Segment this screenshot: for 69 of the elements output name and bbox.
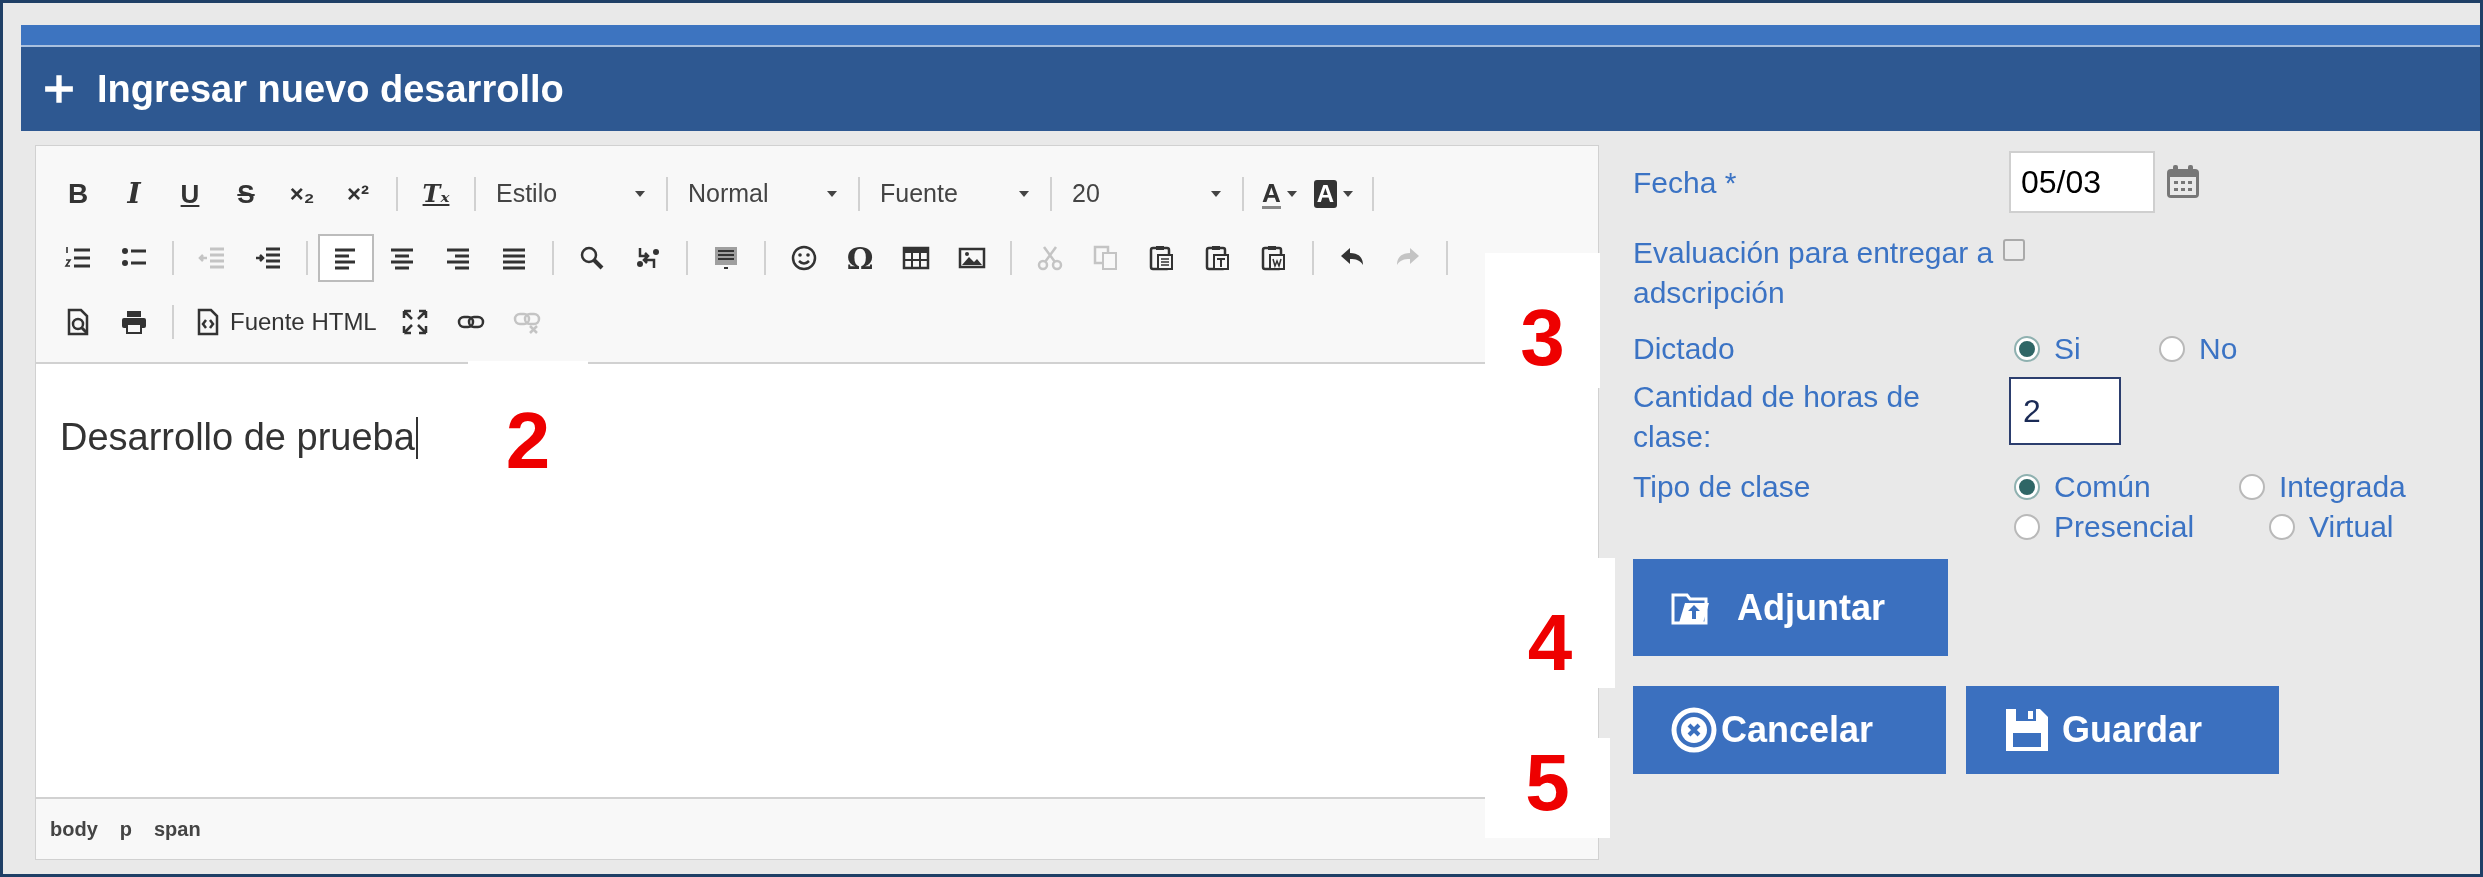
caret-icon (1210, 190, 1222, 198)
radio-label: Presencial (2054, 509, 2195, 545)
align-left-button[interactable] (318, 234, 374, 282)
annotation-number: 3 (1520, 298, 1565, 378)
cancel-button[interactable]: Cancelar (1633, 686, 1946, 774)
subscript-button[interactable]: ×₂ (274, 170, 330, 218)
bold-button[interactable]: B (50, 170, 106, 218)
maximize-icon (400, 308, 429, 336)
text-cursor (415, 416, 418, 459)
text-color-button[interactable]: A (1254, 172, 1306, 216)
attach-button[interactable]: Adjuntar (1633, 559, 1948, 656)
strikethrough-button[interactable]: S (218, 170, 274, 218)
save-button[interactable]: Guardar (1966, 686, 2279, 774)
annotation-number: 5 (1525, 743, 1570, 823)
radio-button[interactable] (2239, 474, 2265, 500)
radio-button[interactable] (2014, 336, 2040, 362)
element-path-link[interactable]: p (119, 814, 132, 844)
caret-icon (634, 190, 646, 198)
cancel-circle-icon (1671, 707, 1717, 753)
search-icon (578, 244, 606, 272)
format-dropdown[interactable]: 20 (1062, 172, 1232, 216)
paste-icon (1148, 244, 1176, 272)
annotation-number: 4 (1527, 603, 1573, 683)
source-button[interactable]: Fuente HTML (184, 298, 387, 346)
template-icon (712, 244, 740, 272)
caret-icon (1018, 190, 1030, 198)
format-dropdown[interactable]: Estilo (486, 172, 656, 216)
copy-icon (1092, 244, 1120, 272)
hours-field[interactable]: 2 (2009, 377, 2121, 445)
radio-label: Común (2054, 469, 2151, 505)
radio-label: Virtual (2309, 509, 2394, 545)
field-label: Tipo de clase (1633, 470, 1811, 503)
scissors-icon (1036, 244, 1064, 272)
printer-icon (120, 308, 148, 336)
element-path-link[interactable]: span (154, 814, 201, 844)
paste-text-icon (1204, 244, 1232, 272)
annotation-number: 2 (505, 401, 551, 481)
date-field[interactable]: 05/03 (2009, 151, 2155, 213)
caret-icon (1285, 190, 1298, 198)
field-label: Dictado (1633, 332, 1735, 365)
radio-label: No (2199, 331, 2238, 367)
caret-icon (1342, 190, 1355, 198)
element-path-link[interactable]: body (50, 814, 98, 844)
background-color-button[interactable]: A (1305, 172, 1363, 216)
field-label: Evaluación para entregar a adscripción (1633, 235, 1995, 311)
radio-button[interactable] (2159, 336, 2185, 362)
remove-format-button[interactable]: Tₓ (408, 170, 464, 218)
field-label: Fecha * (1633, 166, 1737, 199)
field-label: Cantidad de horas de clase: (1633, 379, 1921, 455)
calendar-icon[interactable] (2165, 164, 2201, 200)
radio-label: Integrada (2279, 469, 2406, 505)
editor-text[interactable]: Desarrollo de prueba (60, 409, 415, 466)
checkbox[interactable] (2003, 239, 2025, 261)
format-dropdown[interactable]: Fuente (870, 172, 1040, 216)
omega-button[interactable]: Ω (832, 234, 888, 282)
table-icon (902, 244, 930, 272)
underline-button[interactable]: U (162, 170, 218, 218)
radio-button[interactable] (2014, 474, 2040, 500)
format-dropdown[interactable]: Normal (678, 172, 848, 216)
italic-button[interactable]: I (106, 170, 162, 218)
plus-icon (43, 73, 75, 105)
radio-button[interactable] (2269, 514, 2295, 540)
caret-icon (826, 190, 838, 198)
radio-button[interactable] (2014, 514, 2040, 540)
paste-word-icon (1260, 244, 1288, 272)
radio-label: Si (2054, 331, 2081, 367)
panel-title: Ingresar nuevo desarrollo (97, 66, 564, 112)
superscript-button[interactable]: ×² (330, 170, 386, 218)
smiley-icon (790, 244, 818, 272)
